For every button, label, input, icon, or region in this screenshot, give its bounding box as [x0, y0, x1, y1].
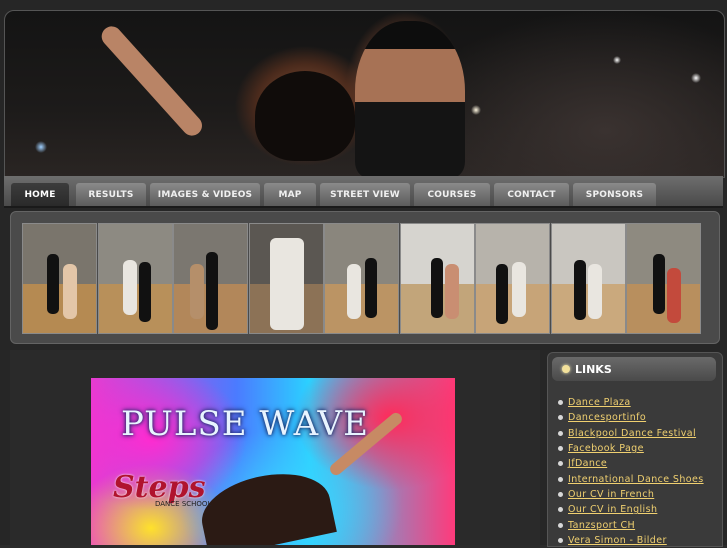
bullet-icon: [562, 365, 570, 373]
bullet-icon: [558, 461, 563, 467]
list-item: Tanzsport CH: [558, 517, 704, 532]
photo-thumbnail[interactable]: [324, 223, 399, 334]
nav-tab-home[interactable]: HOME: [11, 183, 69, 206]
poster-title: PULSE WAVE: [121, 404, 369, 444]
banner-dancer-man: [355, 21, 465, 177]
main-navigation: HOME RESULTS IMAGES & VIDEOS MAP STREET …: [4, 176, 723, 208]
pulse-wave-poster-image[interactable]: PULSE WAVE Steps DANCE SCHOOL: [91, 378, 455, 545]
links-header: LINKS: [552, 357, 716, 381]
list-item: Dancesportinfo: [558, 410, 704, 425]
photo-thumbnail[interactable]: [22, 223, 97, 334]
nav-tab-images-videos[interactable]: IMAGES & VIDEOS: [150, 183, 260, 206]
bullet-icon: [558, 537, 563, 543]
bullet-icon: [558, 415, 563, 421]
bullet-icon: [558, 476, 563, 482]
link-dance-plaza[interactable]: Dance Plaza: [568, 397, 631, 408]
photo-thumbnail[interactable]: [173, 223, 248, 334]
nav-tab-results[interactable]: RESULTS: [76, 183, 146, 206]
list-item: International Dance Shoes: [558, 471, 704, 486]
bullet-icon: [558, 491, 563, 497]
banner-dancer-arm: [97, 22, 207, 140]
nav-tab-street-view[interactable]: STREET VIEW: [320, 183, 410, 206]
nav-tab-map[interactable]: MAP: [264, 183, 316, 206]
list-item: Our CV in English: [558, 502, 704, 517]
list-item: Dance Plaza: [558, 395, 704, 410]
photo-thumbnail[interactable]: [400, 223, 475, 334]
list-item: Blackpool Dance Festival: [558, 426, 704, 441]
nav-tab-contact[interactable]: CONTACT: [494, 183, 569, 206]
photo-thumbnail[interactable]: [475, 223, 550, 334]
bullet-icon: [558, 446, 563, 452]
list-item: Vera Simon - Bilder: [558, 533, 704, 548]
poster-subtitle: DANCE SCHOOL: [155, 500, 212, 508]
link-dancesportinfo[interactable]: Dancesportinfo: [568, 412, 646, 423]
link-cv-english[interactable]: Our CV in English: [568, 504, 657, 515]
links-title: LINKS: [575, 362, 612, 376]
list-item: JfDance: [558, 456, 704, 471]
photo-thumbnail[interactable]: [249, 223, 324, 334]
bullet-icon: [558, 507, 563, 513]
links-sidebar: LINKS Dance Plaza Dancesportinfo Blackpo…: [547, 352, 723, 547]
photo-thumbnail[interactable]: [551, 223, 626, 334]
link-international-dance-shoes[interactable]: International Dance Shoes: [568, 474, 704, 485]
photo-thumbnail-strip: [10, 211, 720, 344]
links-list: Dance Plaza Dancesportinfo Blackpool Dan…: [558, 395, 704, 548]
list-item: Facebook Page: [558, 441, 704, 456]
list-item: Our CV in French: [558, 487, 704, 502]
nav-tab-courses[interactable]: COURSES: [414, 183, 490, 206]
photo-thumbnail[interactable]: [98, 223, 173, 334]
banner-dancer-woman: [255, 71, 355, 161]
link-blackpool-dance-festival[interactable]: Blackpool Dance Festival: [568, 428, 696, 439]
link-cv-french[interactable]: Our CV in French: [568, 489, 654, 500]
photo-thumbnail[interactable]: [626, 223, 701, 334]
link-jfdance[interactable]: JfDance: [568, 458, 607, 469]
bullet-icon: [558, 400, 563, 406]
header-banner-image: [4, 10, 725, 178]
link-vera-simon-bilder[interactable]: Vera Simon - Bilder: [568, 535, 667, 546]
nav-tab-sponsors[interactable]: SPONSORS: [573, 183, 656, 206]
bullet-icon: [558, 522, 563, 528]
page: HOME RESULTS IMAGES & VIDEOS MAP STREET …: [0, 0, 727, 547]
bullet-icon: [558, 430, 563, 436]
link-tanzsport-ch[interactable]: Tanzsport CH: [568, 520, 635, 531]
poster-dancer: [195, 463, 337, 545]
link-facebook-page[interactable]: Facebook Page: [568, 443, 644, 454]
